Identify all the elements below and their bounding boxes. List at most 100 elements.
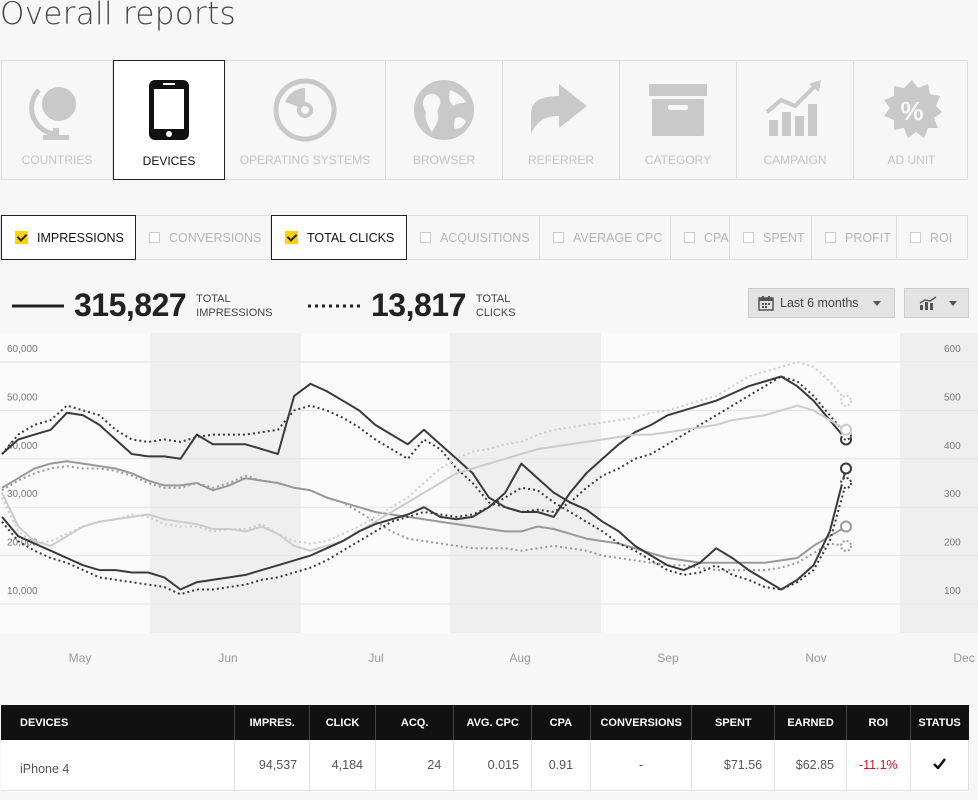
- cell-roi: -11.1%: [846, 740, 911, 791]
- metric-toggle-impressions[interactable]: IMPRESSIONS: [1, 215, 136, 260]
- checkbox-icon[interactable]: [910, 232, 921, 243]
- column-header[interactable]: EARNED: [774, 705, 847, 740]
- category-tab-browser[interactable]: BROWSER: [386, 61, 503, 179]
- metric-label: ACQUISITIONS: [440, 230, 530, 245]
- metric-toggle-average-cpc[interactable]: AVERAGE CPC: [540, 216, 671, 259]
- series-end-marker: [840, 423, 852, 436]
- y-left-tick-label: 60,000: [7, 344, 38, 355]
- category-tab-category[interactable]: CATEGORY: [620, 61, 737, 179]
- column-header[interactable]: AVG. CPC: [453, 705, 532, 740]
- metric-toggle-conversions[interactable]: CONVERSIONS: [136, 216, 271, 259]
- checkbox-checked-icon[interactable]: [15, 231, 28, 244]
- clicks-summary: 13,817 TOTAL CLICKS: [307, 287, 516, 324]
- column-header[interactable]: ROI: [846, 705, 911, 740]
- x-tick-label: Nov: [805, 651, 826, 665]
- column-header[interactable]: IMPRES.: [234, 705, 311, 740]
- cell-spent: $71.56: [691, 740, 776, 791]
- cell-acq: 24: [375, 740, 455, 791]
- total-impressions-label: TOTAL IMPRESSIONS: [196, 292, 273, 319]
- cell-impressions: 94,537: [234, 740, 311, 791]
- globe-icon: [29, 87, 76, 140]
- checkbox-checked-icon[interactable]: [285, 231, 298, 244]
- category-tab-ad-unit[interactable]: % AD UNIT: [854, 61, 969, 179]
- svg-text:%: %: [900, 96, 923, 126]
- table-header-row: DEVICES IMPRES. CLICK ACQ. AVG. CPC CPA …: [1, 705, 969, 740]
- category-tab-countries[interactable]: COUNTRIES: [2, 61, 113, 179]
- arrow-icon: [531, 84, 587, 134]
- y-left-tick-label: 30,000: [7, 489, 38, 500]
- line-chart: 10,00020,00030,00040,00050,00060,0001002…: [0, 333, 978, 665]
- category-tab-referrer[interactable]: REFERRER: [503, 61, 620, 179]
- checkbox-icon[interactable]: [149, 232, 160, 243]
- growth-chart-icon: [765, 80, 821, 136]
- column-header[interactable]: SPENT: [691, 705, 776, 740]
- series-end-marker: [840, 394, 852, 407]
- checkbox-icon[interactable]: [825, 232, 836, 243]
- metric-toggle-spent[interactable]: SPENT: [730, 216, 812, 259]
- plot-band: [900, 333, 978, 633]
- category-label: COUNTRIES: [21, 153, 93, 167]
- cell-clicks: 4,184: [309, 740, 376, 791]
- metric-toggle-profit[interactable]: PROFIT: [812, 216, 897, 259]
- checkbox-icon[interactable]: [684, 232, 695, 243]
- total-clicks-label: TOTAL CLICKS: [475, 292, 516, 319]
- checkbox-icon[interactable]: [420, 232, 431, 243]
- metric-label: TOTAL CLICKS: [307, 230, 395, 245]
- dotted-line-legend-icon: [308, 304, 361, 307]
- column-header[interactable]: CPA: [531, 705, 591, 740]
- impressions-summary: 315,827 TOTAL IMPRESSIONS: [12, 287, 273, 324]
- category-label: AD UNIT: [887, 153, 936, 167]
- caret-down-icon: [949, 300, 957, 306]
- table-row[interactable]: iPhone 4 94,537 4,184 24 0.015 0.91 - $7…: [1, 740, 970, 791]
- series-end-marker: [840, 539, 852, 552]
- metric-toggle-acquisitions[interactable]: ACQUISITIONS: [407, 216, 540, 259]
- metric-label: IMPRESSIONS: [37, 230, 124, 245]
- category-label: DEVICES: [142, 154, 196, 168]
- x-tick-label: Jun: [218, 651, 237, 665]
- metric-toggles: IMPRESSIONS CONVERSIONS TOTAL CLICKS ACQ…: [0, 215, 968, 260]
- percent-badge-icon: %: [883, 80, 942, 138]
- category-label: CAMPAIGN: [763, 153, 827, 167]
- archive-box-icon: [649, 84, 707, 136]
- metric-label: CPA: [704, 230, 729, 245]
- metric-toggle-roi[interactable]: ROI: [897, 216, 967, 259]
- category-tab-devices[interactable]: DEVICES: [113, 60, 225, 180]
- chart-type-dropdown[interactable]: [904, 288, 969, 318]
- series-end-marker: [840, 477, 852, 489]
- checkbox-icon[interactable]: [553, 232, 564, 243]
- y-right-tick-label: 300: [944, 489, 961, 500]
- metric-toggle-total-clicks[interactable]: TOTAL CLICKS: [271, 215, 407, 260]
- cell-cpa: 0.91: [531, 740, 591, 791]
- cell-status[interactable]: [910, 740, 970, 791]
- x-tick-label: Sep: [657, 651, 679, 665]
- metric-label: PROFIT: [845, 230, 891, 245]
- total-clicks-value: 13,817: [371, 287, 466, 323]
- calendar-icon: [758, 296, 774, 311]
- category-tab-operating-systems[interactable]: OPERATING SYSTEMS: [225, 61, 386, 179]
- cell-earned: $62.85: [774, 740, 847, 791]
- column-header[interactable]: DEVICES: [1, 705, 236, 740]
- category-label: OPERATING SYSTEMS: [239, 153, 371, 167]
- world-icon: [414, 80, 474, 140]
- column-header[interactable]: CONVERSIONS: [590, 705, 693, 740]
- column-header[interactable]: ACQ.: [375, 705, 455, 740]
- total-impressions-value: 315,827: [74, 287, 187, 323]
- category-tab-campaign[interactable]: CAMPAIGN: [737, 61, 854, 179]
- category-label: CATEGORY: [644, 153, 712, 167]
- x-tick-label: May: [69, 651, 92, 665]
- checkmark-icon: [932, 758, 946, 770]
- checkbox-icon[interactable]: [743, 232, 754, 243]
- y-left-tick-label: 50,000: [7, 392, 38, 403]
- column-header[interactable]: CLICK: [309, 705, 376, 740]
- smartphone-icon: [149, 80, 189, 140]
- metric-toggle-cpa[interactable]: CPA: [671, 216, 730, 259]
- series-end-marker: [840, 520, 852, 533]
- cell-avg-cpc: 0.015: [453, 740, 532, 791]
- page-title: Overall reports: [0, 0, 236, 32]
- date-range-dropdown[interactable]: Last 6 months: [748, 288, 895, 318]
- category-label: BROWSER: [412, 153, 475, 167]
- y-right-tick-label: 200: [944, 538, 961, 549]
- cell-device: iPhone 4: [1, 740, 236, 791]
- column-header[interactable]: STATUS: [910, 705, 969, 740]
- series-end-marker: [840, 462, 852, 475]
